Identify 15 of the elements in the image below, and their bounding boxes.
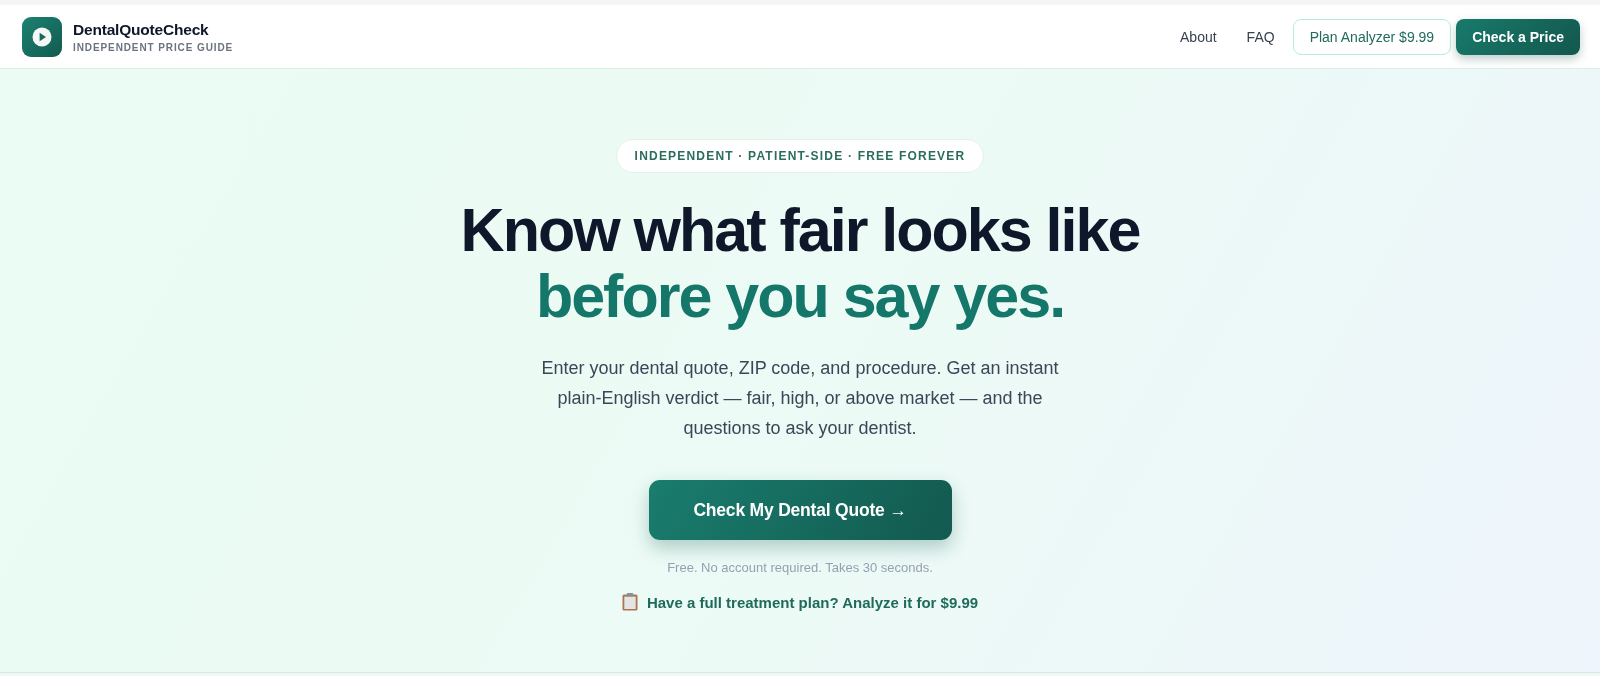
primary-nav-button[interactable]: Check a Price — [1456, 18, 1580, 55]
play-logo-icon[interactable] — [22, 16, 62, 57]
clipboard-icon — [621, 593, 638, 611]
brand-tagline: INDEPENDENT PRICE GUIDE — [73, 41, 234, 53]
outline-nav-button[interactable]: Plan Analyzer $9.99 — [1292, 18, 1452, 55]
check-quote-button[interactable]: Check My Dental Quote → — [648, 480, 952, 540]
tagline-badge: INDEPENDENT · PATIENT-SIDE · FREE FOREVER — [615, 139, 985, 173]
brand-name: DentalQuoteCheck — [73, 20, 210, 39]
hero-description: Enter your dental quote, ZIP code, and procedure. Get an instant plain-English verdict — fair, high, or above market — and the questions to ask your dentist. — [540, 357, 1060, 440]
hero-note: Free. No account required. Takes 30 seconds. — [667, 560, 933, 575]
treatment-plan-link[interactable]: Have a full treatment plan? Analyze it for $9.99 — [621, 593, 979, 611]
nav-link[interactable]: About — [1180, 20, 1217, 53]
headline-text: Know what fair looks like — [460, 197, 1140, 263]
nav-link[interactable]: FAQ — [1246, 20, 1275, 53]
headline-accent-text: before you say yes. — [535, 263, 1065, 329]
